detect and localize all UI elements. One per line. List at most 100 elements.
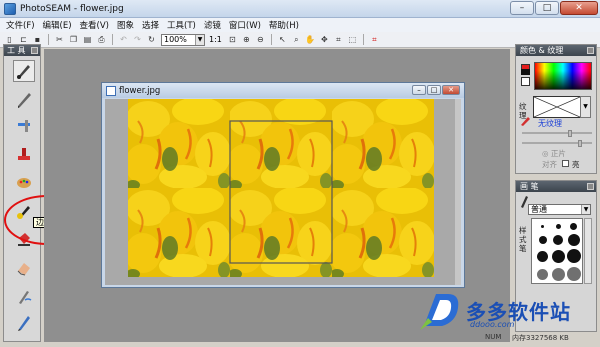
color-panel-header: 颜色 & 纹理 [516,45,596,56]
redo-icon[interactable]: ↷ [131,34,144,46]
image-canvas[interactable] [128,99,434,277]
stamp-tool[interactable] [13,143,35,165]
swap-colors-icon[interactable] [521,69,530,75]
zoom-tool-icon[interactable]: ⌕ [290,34,303,46]
brush-size[interactable] [567,267,581,281]
texture-preview[interactable] [533,96,581,118]
palette-tool[interactable] [13,171,35,193]
brush-style-value: 普通 [531,205,547,214]
texture-dropdown[interactable]: ▼ [580,96,591,118]
menu-file[interactable]: 文件(F) [6,19,35,31]
menu-select[interactable]: 选择 [142,19,159,31]
fit-icon[interactable]: ⊡ [226,34,239,46]
menu-edit[interactable]: 编辑(E) [43,19,72,31]
document-icon [106,85,116,96]
smudge-tool[interactable] [13,285,35,307]
brush-style-label: 样式笔 [519,226,527,253]
brush-size[interactable] [567,249,581,263]
color-texture-panel: 颜色 & 纹理 纹理 ▼ 无纹理 ◎ 正片 对齐 亮 [515,44,597,174]
texture-name: 无纹理 [538,119,562,128]
texture-slider-knob[interactable] [568,130,572,137]
menu-filter[interactable]: 滤镜 [204,19,221,31]
crop-icon[interactable]: ⌗ [332,34,345,46]
document-title-bar: flower.jpg – □ ✕ [102,83,464,98]
menu-tools[interactable]: 工具(T) [167,19,196,31]
brush-tool[interactable] [13,60,35,82]
airbrush-tool[interactable] [13,115,35,137]
selection-icon[interactable]: ⬚ [346,34,359,46]
title-bar: PhotoSEAM - flower.jpg – □ ✕ [0,0,600,18]
no-texture-cross-icon [533,96,581,118]
hand-icon[interactable]: ✋ [304,34,317,46]
brush-size[interactable] [556,224,561,229]
app-icon [4,2,16,15]
document-window: flower.jpg – □ ✕ [101,82,465,288]
panel-menu-icon[interactable] [587,183,594,190]
zoom-in-icon[interactable]: ⊕ [240,34,253,46]
texture-slider-track[interactable] [522,132,592,134]
move-icon[interactable]: ✥ [318,34,331,46]
brush-size[interactable] [553,235,563,245]
panel-menu-icon[interactable] [587,47,594,54]
brush-style-select[interactable]: 普通 ▼ [528,204,591,215]
zoom-value: 100% [164,35,187,44]
menu-view[interactable]: 查看(V) [80,19,109,31]
option-row-1: ◎ 正片 [542,149,566,158]
actual-size-button[interactable]: 1:1 [209,35,222,44]
status-memory: 内存3327568 KB [512,334,569,342]
close-button[interactable]: ✕ [560,1,598,15]
menu-image[interactable]: 图象 [117,19,134,31]
pencil-tool[interactable] [13,88,35,110]
doc-maximize-button[interactable]: □ [427,85,441,95]
brush-grid[interactable] [531,218,583,284]
toolbar-separator [48,34,49,45]
brush-size[interactable] [541,225,544,228]
tools-panel-header: 工 具 [4,45,40,56]
paste-icon[interactable]: ▤ [81,34,94,46]
minimize-button[interactable]: – [510,1,534,15]
document-scrollbar[interactable] [455,99,461,285]
texture-tool-icon[interactable] [519,115,531,127]
zoom-out-icon[interactable]: ⊖ [254,34,267,46]
checkbox[interactable] [562,160,569,167]
brush-size[interactable] [568,234,580,246]
cut-icon[interactable]: ✂ [53,34,66,46]
brush-grid-scrollbar[interactable] [584,218,592,284]
doc-close-button[interactable]: ✕ [442,85,460,95]
menu-help[interactable]: 帮助(H) [269,19,299,31]
opacity-slider-knob[interactable] [578,140,582,147]
zoom-select[interactable]: 100% ▼ [161,33,205,46]
brush-size[interactable] [539,236,547,244]
status-num: NUM [485,333,502,341]
doc-minimize-button[interactable]: – [412,85,426,95]
eraser-tool[interactable] [13,257,35,279]
undo-icon[interactable]: ↶ [117,34,130,46]
copy-icon[interactable]: ❐ [67,34,80,46]
repeat-icon[interactable]: ↻ [145,34,158,46]
pointer-icon[interactable]: ↖ [276,34,289,46]
window-title: PhotoSEAM - flower.jpg [20,3,124,14]
brush-size[interactable] [552,250,565,263]
airbrush-icon [18,120,30,132]
background-color-swatch[interactable] [521,77,530,86]
brush-size[interactable] [537,251,548,262]
color-panel-title: 颜色 & 纹理 [520,46,564,55]
chevron-down-icon: ▼ [195,34,204,45]
align-label: 对齐 [542,160,557,169]
menu-window[interactable]: 窗口(W) [229,19,261,31]
brush-panel-title: 画 笔 [520,182,539,191]
window-controls: – □ ✕ [510,1,598,15]
brush-size[interactable] [537,269,548,280]
maximize-button[interactable]: □ [535,1,559,15]
canvas-area [105,99,461,285]
print-icon[interactable]: ⎙ [95,34,108,46]
brush-size[interactable] [570,223,577,230]
seam-icon[interactable]: ⌗ [368,34,381,46]
panel-menu-icon[interactable] [31,47,38,54]
pen-tool[interactable] [13,311,35,333]
brush-panel-header: 画 笔 [516,181,596,192]
brush-size[interactable] [552,268,565,281]
watermark-logo [420,294,459,330]
tools-panel: 工 具 [3,44,41,342]
color-spectrum[interactable] [534,62,592,90]
